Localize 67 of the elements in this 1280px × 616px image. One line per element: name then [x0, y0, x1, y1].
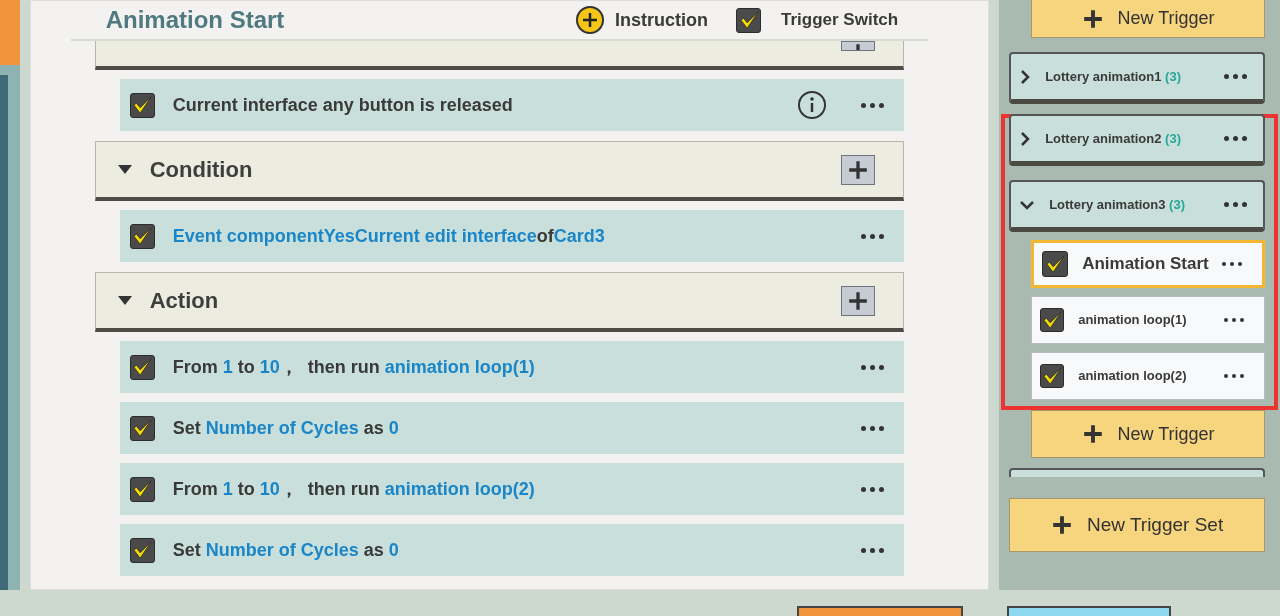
more-icon[interactable] — [861, 547, 885, 553]
section-title: Action — [149, 287, 219, 315]
trigger-group[interactable]: Lottery animation2 (3) — [1009, 114, 1265, 166]
more-icon[interactable] — [1224, 74, 1247, 79]
more-icon[interactable] — [1222, 262, 1242, 266]
section-header[interactable]: Action — [94, 272, 905, 332]
checkbox[interactable] — [129, 476, 155, 502]
new-trigger-button[interactable]: New Trigger — [1031, 0, 1265, 38]
trigger-name: animation loop(1) — [1078, 311, 1187, 330]
checkbox[interactable] — [1040, 364, 1065, 388]
section-title: Condition — [149, 156, 253, 184]
group-name: Lottery animation3 (3) — [1049, 195, 1185, 214]
chevron-icon[interactable] — [1019, 68, 1032, 85]
more-icon[interactable] — [861, 233, 885, 239]
checkbox[interactable] — [129, 537, 155, 563]
trigger-name: Animation Start — [1082, 253, 1209, 276]
trigger-item[interactable]: Animation Start — [1031, 240, 1265, 288]
info-icon[interactable] — [797, 90, 828, 120]
footer-button[interactable] — [1007, 606, 1171, 616]
panel-title: Animation Start — [105, 5, 285, 35]
trigger-item[interactable]: animation loop(2) — [1031, 352, 1265, 400]
footer-button[interactable] — [797, 606, 963, 616]
group-name: Lottery animation1 (3) — [1045, 67, 1181, 86]
checkbox[interactable] — [129, 92, 155, 118]
more-icon[interactable] — [1224, 374, 1244, 378]
condition-text: Event componentYesCurrent edit interfaceofCard3 — [172, 224, 605, 248]
more-icon[interactable] — [861, 425, 885, 431]
more-icon[interactable] — [861, 364, 885, 370]
condition-text: Set Number of Cycles as 0 — [172, 416, 399, 440]
condition-text: Current interface any button is released — [172, 93, 513, 117]
section-header[interactable] — [94, 41, 905, 70]
collapsed-group-card[interactable] — [1009, 468, 1265, 477]
trigger-group[interactable]: Lottery animation1 (3) — [1009, 52, 1265, 104]
more-icon[interactable] — [861, 102, 885, 108]
section-header[interactable]: Condition — [94, 141, 905, 201]
checkbox[interactable] — [1040, 308, 1065, 332]
trigger-name: animation loop(2) — [1078, 367, 1187, 386]
add-icon[interactable] — [841, 41, 876, 51]
more-icon[interactable] — [1224, 318, 1244, 322]
add-instruction-icon[interactable] — [575, 5, 605, 35]
plus-icon — [1081, 7, 1104, 30]
trigger-switch-label: Trigger Switch — [781, 9, 899, 32]
plus-icon — [1081, 423, 1104, 445]
new-trigger-set-button[interactable]: New Trigger Set — [1009, 498, 1265, 552]
condition-text: From 1 to 10， then run animation loop(2) — [172, 477, 535, 501]
plus-icon — [1050, 514, 1073, 536]
collapse-triangle-icon[interactable] — [117, 164, 132, 175]
group-name: Lottery animation2 (3) — [1045, 129, 1181, 148]
condition-text: From 1 to 10， then run animation loop(1) — [172, 355, 535, 379]
more-icon[interactable] — [1224, 136, 1247, 141]
trigger-item[interactable]: animation loop(1) — [1031, 296, 1265, 344]
trigger-group[interactable]: Lottery animation3 (3) — [1009, 180, 1265, 232]
more-icon[interactable] — [861, 486, 885, 492]
chevron-icon[interactable] — [1019, 198, 1036, 211]
checkbox[interactable] — [129, 223, 155, 249]
checkbox[interactable] — [736, 7, 761, 33]
new-trigger-button[interactable]: New Trigger — [1031, 410, 1265, 458]
checkbox[interactable] — [1042, 251, 1069, 277]
add-icon[interactable] — [841, 285, 876, 316]
more-icon[interactable] — [1224, 202, 1247, 207]
checkbox[interactable] — [129, 354, 155, 380]
add-icon[interactable] — [841, 154, 876, 185]
checkbox[interactable] — [129, 415, 155, 441]
condition-text: Set Number of Cycles as 0 — [172, 538, 399, 562]
instruction-label[interactable]: Instruction — [615, 6, 708, 34]
collapse-triangle-icon[interactable] — [117, 295, 132, 306]
chevron-icon[interactable] — [1019, 130, 1032, 147]
